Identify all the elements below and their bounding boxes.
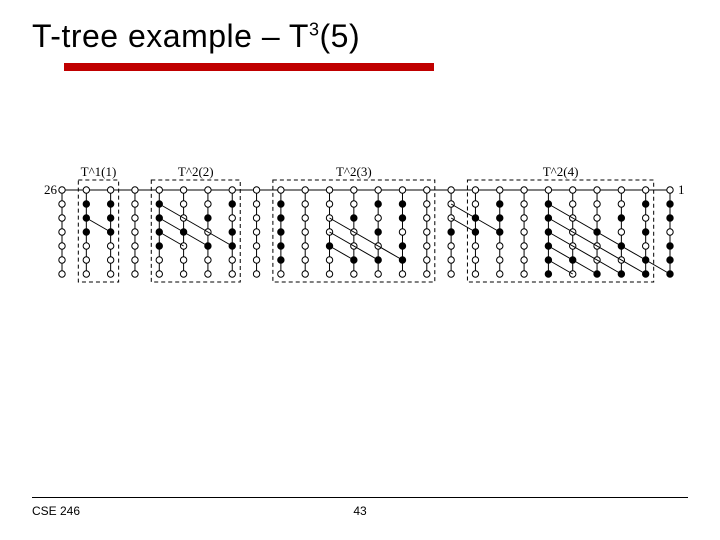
title-pre: T-tree example – T [32,18,309,54]
course-code: CSE 246 [32,504,80,518]
svg-text:T^2(2): T^2(2) [178,164,214,179]
title-underline [64,63,434,71]
page-number: 43 [353,504,366,518]
svg-text:26: 26 [44,182,58,197]
svg-text:T^2(3): T^2(3) [336,164,372,179]
page-title: T-tree example – T3(5) [32,18,688,55]
footer: CSE 246 43 [32,497,688,518]
title-sup: 3 [309,19,320,39]
svg-text:1: 1 [678,182,685,197]
t-tree-diagram: T^2(4)T^2(3)T^2(2)T^1(1)261 [36,168,684,308]
svg-text:T^2(4): T^2(4) [543,164,579,179]
svg-text:T^1(1): T^1(1) [81,164,117,179]
title-post: (5) [319,18,360,54]
